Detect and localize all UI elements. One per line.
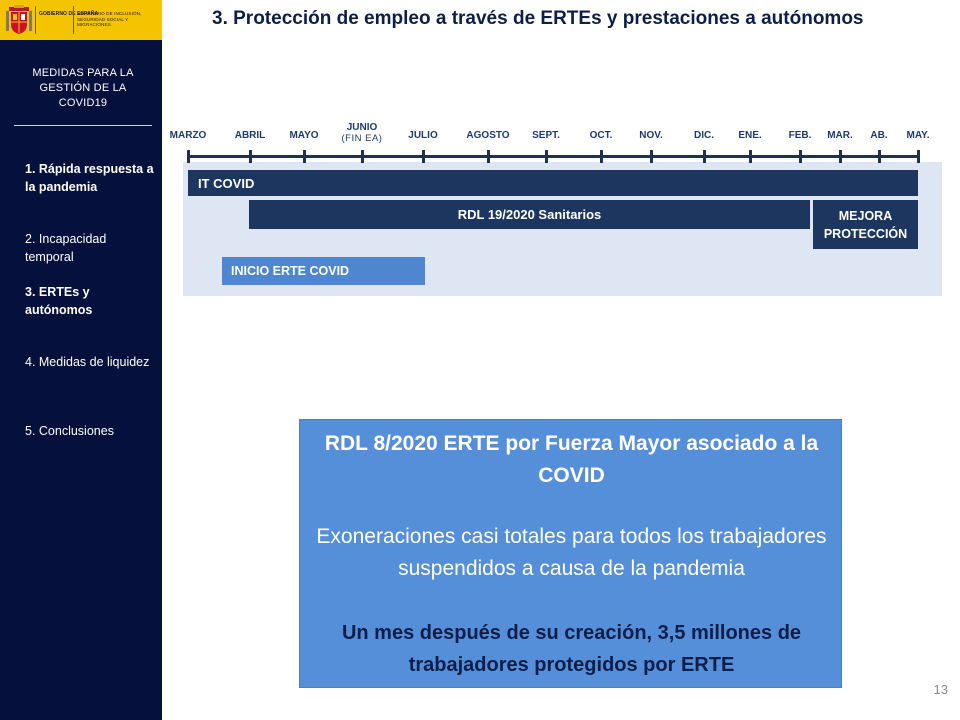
inicio-erte-covid-bar: INICIO ERTE COVID <box>222 257 425 285</box>
government-logo: GOBIERNO DE ESPAÑA MINISTERIO DE INCLUSI… <box>0 0 162 40</box>
timeline-tick <box>799 150 802 163</box>
timeline-month-label: DIC. <box>694 130 714 141</box>
rdl-19-2020-bar: RDL 19/2020 Sanitarios <box>249 200 810 229</box>
timeline-month-name: JUNIO <box>346 122 378 133</box>
info-box-highlight: Un mes después de su creación, 3,5 millo… <box>341 622 802 676</box>
timeline-tick <box>422 150 425 163</box>
timeline-month-label: ENE. <box>738 130 761 141</box>
info-box-title: RDL 8/2020 ERTE por Fuerza Mayor asociad… <box>324 432 819 487</box>
timeline-month-name: OCT. <box>589 130 613 141</box>
timeline-month-label: MAY. <box>907 130 930 141</box>
timeline-month-name: MARZO <box>169 130 207 141</box>
timeline-month-label: JUNIO (FIN EA) <box>342 122 383 144</box>
sidebar-item-rapida-respuesta[interactable]: 1. Rápida respuesta a la pandemia <box>25 160 157 196</box>
timeline-tick <box>650 150 653 163</box>
timeline-month-label: AB. <box>870 130 887 141</box>
sidebar-item-ertes-autonomos[interactable]: 3. ERTEs y autónomos <box>25 283 157 319</box>
timeline-month-name: FEB. <box>788 130 812 141</box>
timeline-tick <box>487 150 490 163</box>
timeline-month-label: MAR. <box>827 130 853 141</box>
timeline-month-name: NOV. <box>639 130 663 141</box>
timeline-tick <box>545 150 548 163</box>
timeline-month-name: AB. <box>870 130 888 141</box>
timeline-month-name: DIC. <box>694 130 714 141</box>
coat-of-arms-icon <box>6 5 32 34</box>
timeline-month-label: JULIO <box>408 130 437 141</box>
sidebar-heading: MEDIDAS PARA LA GESTIÓN DE LA COVID19 <box>32 67 134 109</box>
timeline-tick <box>249 150 252 163</box>
timeline-tick <box>303 150 306 163</box>
sidebar-item-medidas-liquidez[interactable]: 4. Medidas de liquidez <box>25 353 157 371</box>
timeline-tick <box>600 150 603 163</box>
timeline-month-name: ABRIL <box>234 130 266 141</box>
timeline-month-label: MARZO <box>170 130 207 141</box>
timeline-month-label: MAYO <box>289 130 318 141</box>
info-box-body: Exoneraciones casi totales para todos lo… <box>316 525 827 580</box>
timeline-tick <box>839 150 842 163</box>
timeline-tick <box>187 150 190 163</box>
timeline-tick <box>703 150 706 163</box>
it-covid-bar: IT COVID <box>188 170 918 196</box>
timeline-month-label: ABRIL <box>235 130 266 141</box>
sidebar-item-incapacidad-temporal[interactable]: 2. Incapacidad temporal <box>25 230 157 266</box>
timeline-tick <box>361 150 364 163</box>
sidebar-divider <box>14 125 152 126</box>
timeline-month-note: (FIN EA) <box>341 133 383 144</box>
sidebar: MEDIDAS PARA LA GESTIÓN DE LA COVID19 1.… <box>0 40 162 720</box>
logo-ministry-text: MINISTERIO DE INCLUSIÓN, SEGURIDAD SOCIA… <box>77 11 142 28</box>
page-title: 3. Protección de empleo a través de ERTE… <box>212 8 864 29</box>
timeline-tick <box>878 150 881 163</box>
timeline-month-label: SEPT. <box>532 130 560 141</box>
timeline-axis <box>188 155 918 158</box>
timeline-month-name: MAYO <box>289 130 319 141</box>
timeline-tick <box>917 150 920 163</box>
timeline-month-name: MAR. <box>827 130 853 141</box>
timeline-month-name: MAY. <box>906 130 930 141</box>
timeline-month-label: NOV. <box>639 130 663 141</box>
timeline-month-name: JULIO <box>408 130 438 141</box>
sidebar-item-conclusiones[interactable]: 5. Conclusiones <box>25 422 157 440</box>
timeline-month-name: SEPT. <box>532 130 560 141</box>
timeline-month-label: FEB. <box>789 130 812 141</box>
info-box: RDL 8/2020 ERTE por Fuerza Mayor asociad… <box>299 419 842 688</box>
page-number: 13 <box>933 682 948 697</box>
mejora-proteccion-bar: MEJORA PROTECCIÓN <box>813 200 918 249</box>
timeline-month-name: ENE. <box>738 130 762 141</box>
timeline-tick <box>749 150 752 163</box>
timeline-month-label: OCT. <box>590 130 613 141</box>
timeline-month-label: AGOSTO <box>466 130 509 141</box>
timeline-month-name: AGOSTO <box>466 130 510 141</box>
